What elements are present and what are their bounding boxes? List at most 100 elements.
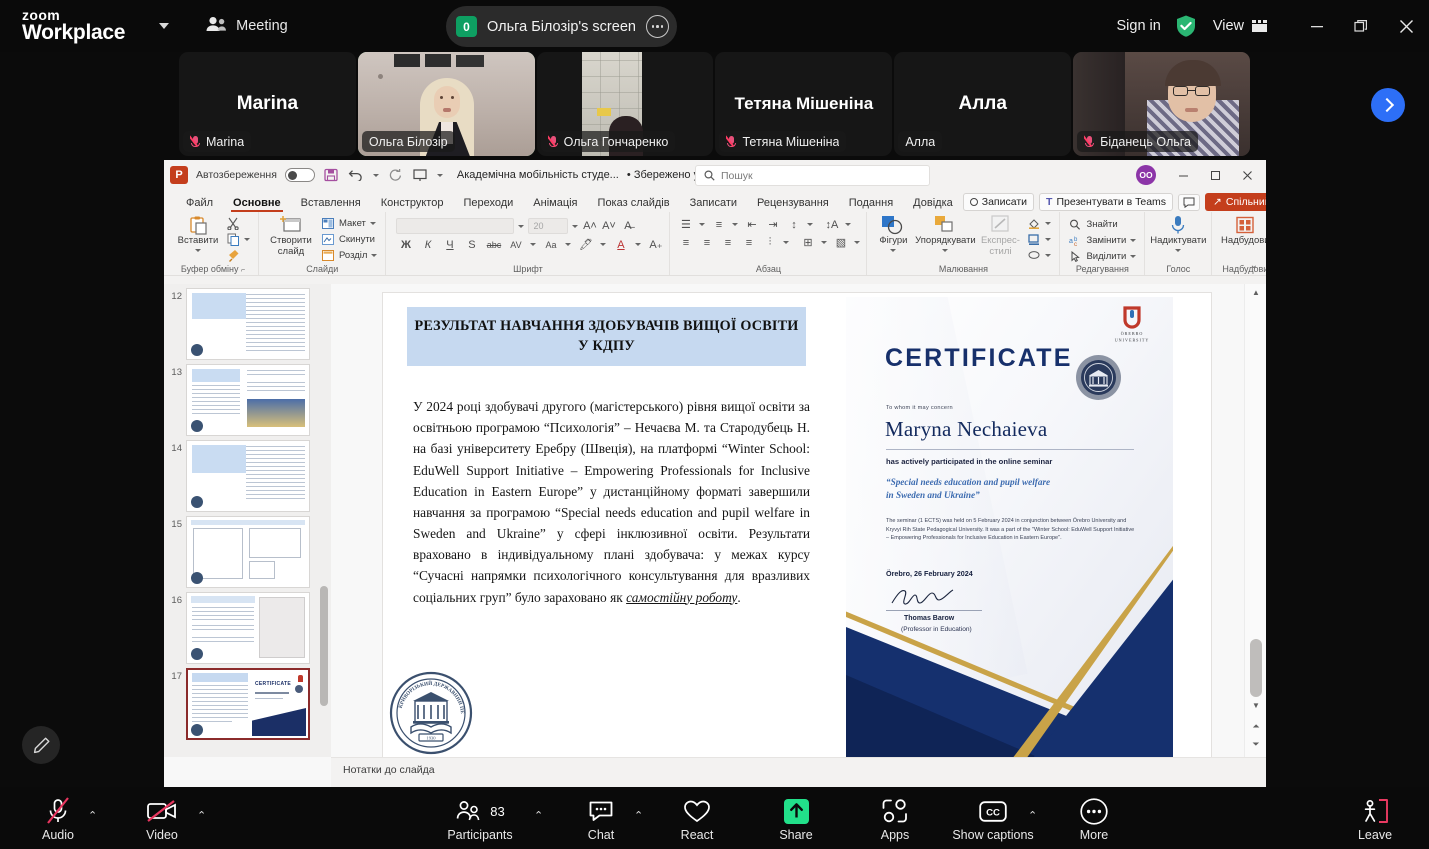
font-family-input[interactable] xyxy=(396,218,514,234)
replace-button[interactable]: abcЗамінити xyxy=(1066,233,1138,248)
italic-button[interactable]: К xyxy=(420,239,435,251)
restore-window-button[interactable] xyxy=(1339,0,1383,52)
ribbon-tab-bar[interactable]: Файл Основне Вставлення Конструктор Пере… xyxy=(164,190,1266,212)
character-spacing-button[interactable]: AV xyxy=(508,240,523,250)
shapes-button[interactable]: Фігури xyxy=(873,214,913,252)
thumbnail-row[interactable]: 13 xyxy=(164,360,331,436)
security-shield-icon[interactable] xyxy=(1175,14,1197,38)
slide-thumbnail-14[interactable] xyxy=(186,440,310,512)
section-button[interactable]: Розділ xyxy=(319,248,379,263)
ppt-search-box[interactable]: Пошук xyxy=(695,165,930,186)
participant-tile-olha-honcharenko[interactable]: Ольга Гончаренко xyxy=(537,52,714,156)
underline-button[interactable]: Ч xyxy=(442,239,457,251)
reset-button[interactable]: Скинути xyxy=(319,232,379,247)
convert-to-smartart-button[interactable]: ▧ xyxy=(833,236,848,249)
thumbnail-row[interactable]: 16 xyxy=(164,588,331,664)
find-button[interactable]: Знайти xyxy=(1066,217,1138,232)
layout-button[interactable]: Макет xyxy=(319,216,379,231)
participant-tile-marina[interactable]: Marina Marina xyxy=(179,52,356,156)
previous-slide-button[interactable]: ⏶ xyxy=(1245,717,1266,735)
align-text-button[interactable]: ⊞ xyxy=(800,236,815,249)
shadow-button[interactable]: S xyxy=(464,239,479,251)
dictate-button[interactable]: Надиктувати xyxy=(1151,214,1205,252)
present-in-teams-button[interactable]: T Презентувати в Teams xyxy=(1039,193,1173,211)
tab-transitions[interactable]: Переходи xyxy=(453,197,523,212)
tab-record[interactable]: Записати xyxy=(680,197,747,212)
slide-thumbnail-15[interactable] xyxy=(186,516,310,588)
participant-tile-tetiana-mishenina[interactable]: Тетяна Мішеніна Тетяна Мішеніна xyxy=(715,52,892,156)
addins-button[interactable]: Надбудови xyxy=(1218,214,1266,247)
start-slideshow-icon[interactable] xyxy=(412,167,429,184)
tab-home[interactable]: Основне xyxy=(223,197,291,212)
slide-thumbnail-pane[interactable]: 12 13 xyxy=(164,284,331,757)
ppt-restore-button[interactable] xyxy=(1200,162,1230,188)
ppt-close-button[interactable] xyxy=(1232,162,1262,188)
certificate-image[interactable]: ÖREBRO UNIVERSITY xyxy=(846,297,1173,759)
justify-button[interactable]: ≡ xyxy=(741,237,756,249)
paste-dropdown-icon[interactable] xyxy=(195,249,201,252)
ppt-minimize-button[interactable] xyxy=(1168,162,1198,188)
participant-tile-alla[interactable]: Алла Алла xyxy=(894,52,1071,156)
chevron-down-icon[interactable] xyxy=(159,23,169,29)
font-color-button[interactable]: A xyxy=(613,239,628,251)
participants-options-caret-icon[interactable]: ⌃ xyxy=(534,809,543,822)
slide-body-placeholder[interactable]: У 2024 році здобувачі другого (магістерс… xyxy=(413,396,810,608)
video-options-caret-icon[interactable]: ⌃ xyxy=(197,809,206,822)
scroll-up-icon[interactable]: ▲ xyxy=(1245,284,1266,300)
screen-share-indicator[interactable]: 0 Ольга Білозір's screen xyxy=(446,6,677,47)
notes-pane[interactable]: Нотатки до слайда xyxy=(331,757,1266,787)
scroll-down-icon[interactable]: ▼ xyxy=(1245,697,1266,713)
slide-editing-canvas[interactable]: РЕЗУЛЬТАТ НАВЧАННЯ ЗДОБУВАЧІВ ВИЩОЇ ОСВІ… xyxy=(331,284,1244,757)
share-screen-button[interactable]: Share xyxy=(757,797,835,842)
new-slide-button[interactable]: Створити слайд xyxy=(265,214,317,258)
record-button[interactable]: Записати xyxy=(963,193,1034,211)
strikethrough-button[interactable]: abc xyxy=(486,240,501,250)
numbering-button[interactable]: ≡ xyxy=(711,219,726,231)
tab-slideshow[interactable]: Показ слайдів xyxy=(588,197,680,212)
bullets-button[interactable]: ☰ xyxy=(678,218,693,231)
minimize-window-button[interactable] xyxy=(1295,0,1339,52)
participants-button[interactable]: 83 Participants xyxy=(440,797,520,842)
view-layout-button[interactable]: View xyxy=(1213,18,1267,34)
align-center-button[interactable]: ≡ xyxy=(699,237,714,249)
apps-button[interactable]: Apps xyxy=(856,797,934,842)
current-slide[interactable]: РЕЗУЛЬТАТ НАВЧАННЯ ЗДОБУВАЧІВ ВИЩОЇ ОСВІ… xyxy=(382,292,1212,762)
participant-tile-bidanets-olha[interactable]: Біданець Ольга xyxy=(1073,52,1250,156)
participant-filmstrip[interactable]: Marina Marina Ольга Б xyxy=(179,52,1250,156)
arrange-button[interactable]: Упорядкувати xyxy=(915,214,975,252)
audio-button[interactable]: Audio xyxy=(19,797,97,842)
annotate-pencil-button[interactable] xyxy=(22,726,60,764)
thumbnail-scrollbar[interactable] xyxy=(319,286,329,755)
filmstrip-next-button[interactable] xyxy=(1371,88,1405,122)
text-direction-button[interactable]: ↕A xyxy=(824,219,839,231)
tab-review[interactable]: Рецензування xyxy=(747,197,839,212)
shape-fill-button[interactable] xyxy=(1025,216,1053,231)
ellipsis-icon[interactable] xyxy=(646,15,669,38)
more-button[interactable]: More xyxy=(1055,797,1133,842)
undo-dropdown-icon[interactable] xyxy=(373,174,379,177)
meeting-tab[interactable]: Meeting xyxy=(205,16,288,37)
next-slide-button[interactable]: ⏷ xyxy=(1245,735,1266,753)
increase-indent-button[interactable]: ⇥ xyxy=(765,218,780,231)
tab-help[interactable]: Довідка xyxy=(903,197,963,212)
copy-button[interactable] xyxy=(224,232,252,247)
scrollbar-thumb[interactable] xyxy=(1250,639,1262,697)
comment-icon[interactable] xyxy=(1178,194,1200,211)
paste-button[interactable]: Вставити xyxy=(174,214,222,252)
font-size-input[interactable]: 20 xyxy=(528,218,568,234)
share-button[interactable]: ↗ Спільний доступ ⌄ xyxy=(1205,193,1266,211)
slide-thumbnail-13[interactable] xyxy=(186,364,310,436)
clear-formatting-button[interactable]: A̶ xyxy=(620,220,635,232)
shape-effects-button[interactable] xyxy=(1025,248,1053,263)
thumbnail-row[interactable]: 17 CERTIFICATE xyxy=(164,664,331,740)
align-right-button[interactable]: ≡ xyxy=(720,237,735,249)
increase-font-size-button[interactable]: A˄ xyxy=(582,220,597,232)
university-seal-image[interactable]: КРИВОРІЗЬКИЙ ДЕРЖАВНИЙ ПЕДАГОГІЧНИЙ УНІВ… xyxy=(389,671,473,755)
react-button[interactable]: React xyxy=(658,797,736,842)
shape-outline-button[interactable] xyxy=(1025,232,1053,247)
slide-title-placeholder[interactable]: РЕЗУЛЬТАТ НАВЧАННЯ ЗДОБУВАЧІВ ВИЩОЇ ОСВІ… xyxy=(407,307,806,366)
tab-animations[interactable]: Анімація xyxy=(523,197,587,212)
chat-options-caret-icon[interactable]: ⌃ xyxy=(634,809,643,822)
undo-icon[interactable] xyxy=(348,167,365,184)
slide-thumbnail-12[interactable] xyxy=(186,288,310,360)
